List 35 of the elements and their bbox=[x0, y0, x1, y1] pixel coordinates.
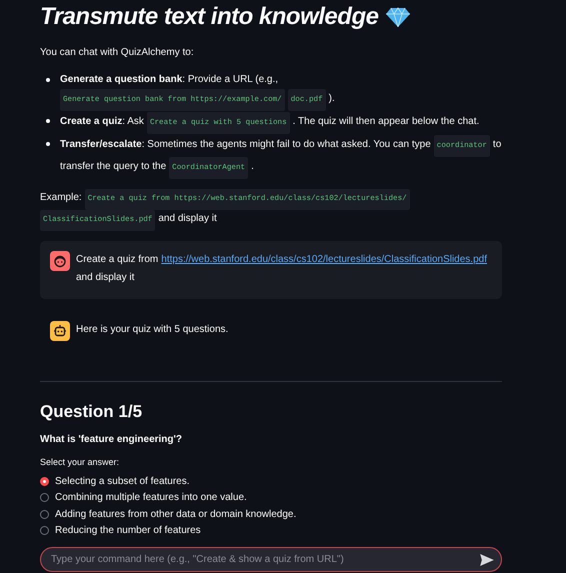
question-text: What is 'feature engineering'? bbox=[40, 434, 183, 445]
bullet-text: Generate a question bank: Provide a URL (e.g., bbox=[60, 73, 278, 87]
bullet-text: transfer the query to the bbox=[60, 160, 166, 174]
message-text: Create a quiz from bbox=[76, 253, 158, 267]
answer-option[interactable]: Adding features from other data or domain knowledge. bbox=[55, 508, 296, 520]
answer-option[interactable]: Combining multiple features into one value. bbox=[55, 492, 247, 504]
question-heading: Question 1/5 bbox=[40, 402, 144, 422]
gem-icon bbox=[386, 7, 410, 27]
radio-button[interactable] bbox=[40, 493, 49, 502]
answer-option[interactable]: Selecting a subset of features. bbox=[55, 476, 190, 487]
bullet-text: to bbox=[492, 138, 502, 152]
bullet-text: . bbox=[251, 160, 254, 174]
chat-input[interactable]: Type your command here (e.g., "Create & show a quiz from URL") bbox=[40, 547, 502, 572]
user-avatar-icon bbox=[50, 251, 70, 271]
send-icon[interactable] bbox=[480, 554, 494, 566]
intro-text: You can chat with QuizAlchemy to: bbox=[40, 46, 195, 60]
bullet-text: Transfer/escalate: Sometimes the agents might fail to do what asked. You can type bbox=[60, 138, 431, 152]
robot-avatar-icon bbox=[50, 321, 70, 341]
answer-option[interactable]: Reducing the number of features bbox=[55, 525, 201, 536]
message-link[interactable]: https://web.stanford.edu/class/cs102/lectureslides/ClassificationSlides.pdf bbox=[161, 251, 487, 269]
radio-button[interactable] bbox=[40, 476, 49, 486]
bullet-icon bbox=[46, 119, 50, 123]
radio-button[interactable] bbox=[40, 526, 49, 536]
bullet-text: Create a quiz: Ask bbox=[60, 115, 144, 129]
bullet-text: ). bbox=[328, 92, 335, 106]
example-text: and display it bbox=[158, 212, 217, 226]
answer-prompt: Select your answer: bbox=[40, 457, 120, 467]
example-text: Example: bbox=[40, 191, 82, 205]
message-text: Here is your quiz with 5 questions. bbox=[76, 323, 228, 337]
bullet-icon bbox=[46, 78, 50, 82]
radio-button[interactable] bbox=[40, 510, 49, 519]
bullet-text: . The quiz will then appear below the chat. bbox=[292, 115, 480, 129]
message-text: and display it bbox=[76, 271, 134, 285]
bullet-icon bbox=[46, 142, 50, 146]
page-title: Transmute text into knowledge bbox=[40, 3, 378, 31]
